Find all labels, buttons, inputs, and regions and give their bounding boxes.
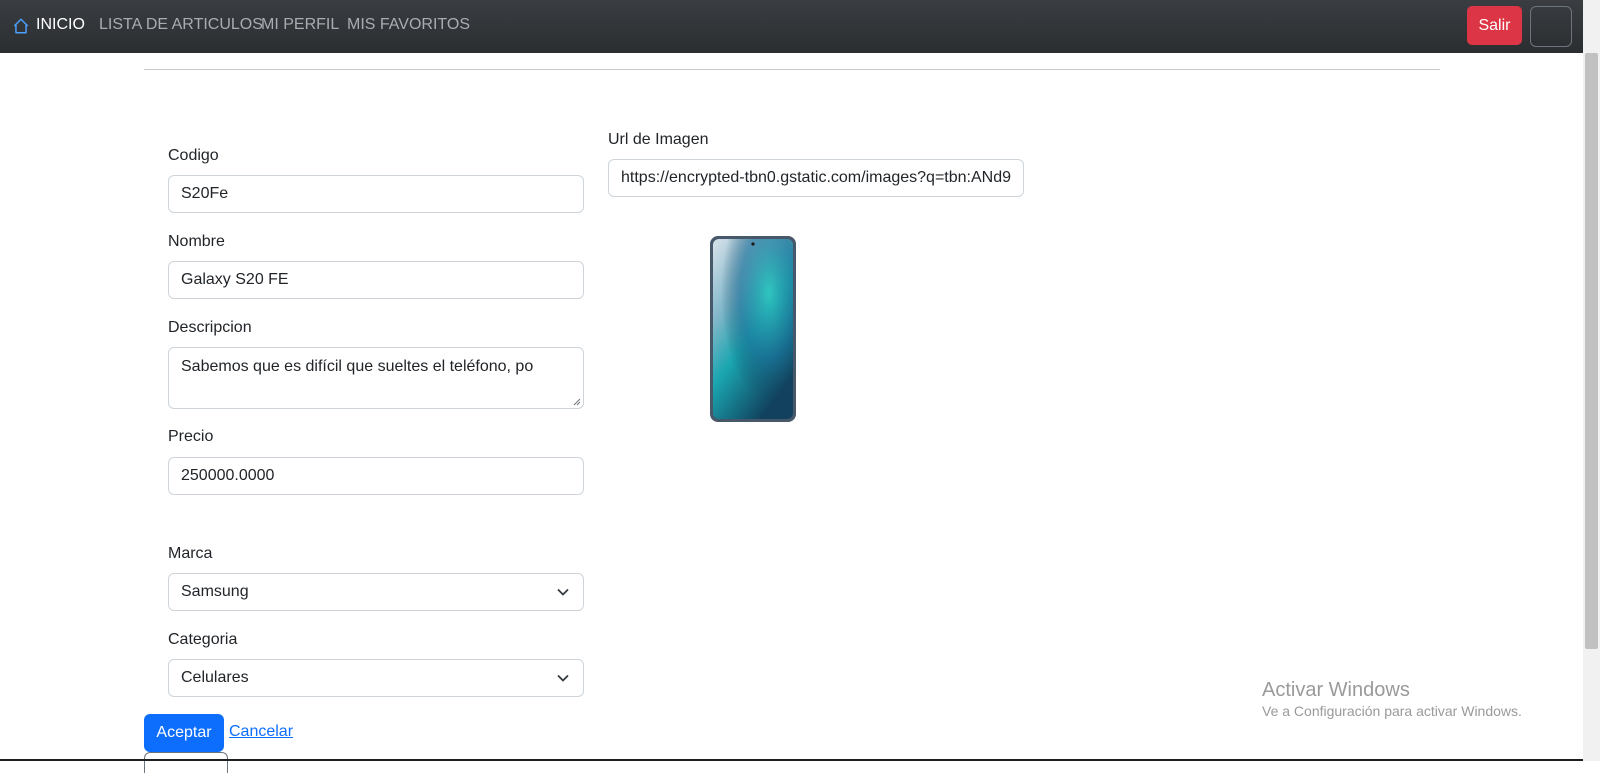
descripcion-label: Descripcion bbox=[168, 319, 252, 336]
nav-item-inicio[interactable]: INICIO bbox=[36, 16, 85, 34]
marca-select[interactable]: Samsung bbox=[168, 573, 584, 611]
url-imagen-label: Url de Imagen bbox=[608, 131, 709, 148]
house-icon[interactable] bbox=[12, 17, 30, 35]
descripcion-textarea[interactable]: Sabemos que es difícil que sueltes el te… bbox=[168, 347, 584, 409]
product-image bbox=[710, 236, 796, 422]
descripcion-text: Sabemos que es difícil que sueltes el te… bbox=[181, 358, 534, 375]
codigo-label: Codigo bbox=[168, 147, 219, 164]
nav-item-mi-perfil[interactable]: MI PERFIL bbox=[261, 16, 339, 34]
nombre-input[interactable]: Galaxy S20 FE bbox=[168, 261, 584, 299]
precio-label: Precio bbox=[168, 428, 214, 445]
watermark-subtitle: Ve a Configuración para activar Windows. bbox=[1262, 703, 1522, 719]
categoria-select-value: Celulares bbox=[181, 669, 249, 686]
divider bbox=[144, 69, 1440, 70]
nombre-label: Nombre bbox=[168, 233, 225, 250]
chevron-down-icon bbox=[557, 588, 569, 596]
watermark-title: Activar Windows bbox=[1262, 679, 1410, 701]
user-menu-button[interactable] bbox=[1530, 6, 1572, 47]
categoria-select[interactable]: Celulares bbox=[168, 659, 584, 697]
nav-item-lista-articulos[interactable]: LISTA DE ARTICULOS bbox=[99, 16, 263, 34]
vertical-scrollbar[interactable] bbox=[1583, 0, 1600, 761]
categoria-label: Categoria bbox=[168, 631, 238, 648]
precio-input[interactable]: 250000.0000 bbox=[168, 457, 584, 495]
codigo-input[interactable]: S20Fe bbox=[168, 175, 584, 213]
chevron-down-icon bbox=[557, 674, 569, 682]
resize-handle-icon[interactable] bbox=[573, 398, 581, 406]
top-navbar: INICIO LISTA DE ARTICULOS MI PERFIL MIS … bbox=[0, 0, 1600, 53]
secondary-button[interactable] bbox=[144, 752, 228, 773]
marca-label: Marca bbox=[168, 545, 213, 562]
accept-button[interactable]: Aceptar bbox=[144, 714, 224, 752]
cancel-link[interactable]: Cancelar bbox=[229, 723, 293, 741]
marca-select-value: Samsung bbox=[181, 583, 249, 600]
scrollbar-thumb[interactable] bbox=[1585, 53, 1598, 649]
nav-item-mis-favoritos[interactable]: MIS FAVORITOS bbox=[347, 16, 470, 34]
logout-button[interactable]: Salir bbox=[1467, 6, 1522, 45]
url-imagen-input[interactable]: https://encrypted-tbn0.gstatic.com/image… bbox=[608, 159, 1024, 197]
